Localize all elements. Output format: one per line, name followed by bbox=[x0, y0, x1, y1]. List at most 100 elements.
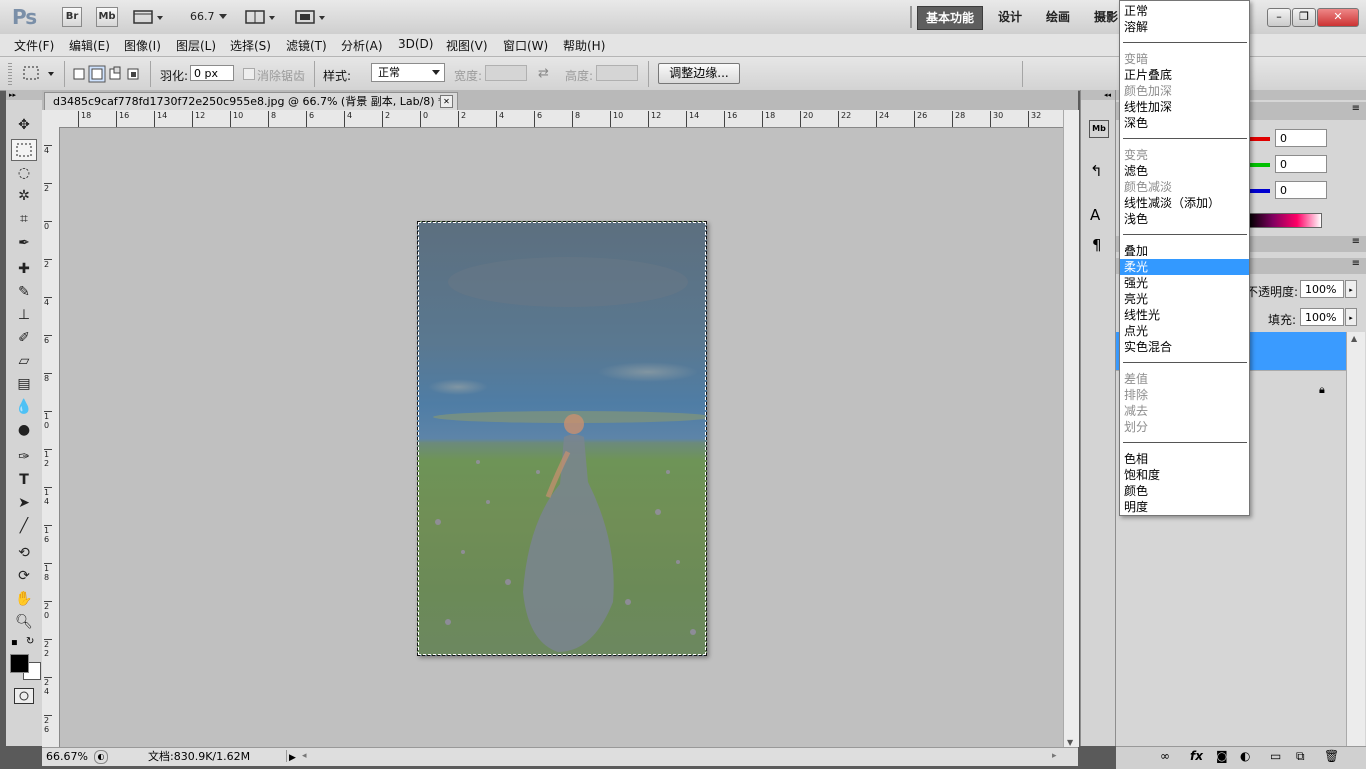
scroll-down-icon[interactable]: ▼ bbox=[1067, 738, 1073, 747]
link-layers-icon[interactable]: ∞ bbox=[1160, 749, 1170, 763]
healing-brush-tool-icon[interactable]: ✚ bbox=[11, 258, 37, 280]
new-layer-icon[interactable]: ⧉ bbox=[1296, 749, 1305, 764]
blend-mode-option[interactable]: 正常 bbox=[1120, 3, 1249, 19]
bridge-button[interactable]: Br bbox=[62, 7, 82, 27]
new-selection-icon[interactable] bbox=[73, 68, 85, 80]
blend-mode-option[interactable]: 正片叠底 bbox=[1120, 67, 1249, 83]
workspace-painting[interactable]: 绘画 bbox=[1038, 6, 1078, 28]
blend-mode-option[interactable]: 亮光 bbox=[1120, 291, 1249, 307]
rectangular-marquee-tool-icon[interactable] bbox=[11, 139, 37, 161]
swap-icon[interactable]: ⇄ bbox=[538, 66, 549, 81]
scroll-up-icon[interactable]: ▲ bbox=[1351, 334, 1357, 343]
blend-mode-option[interactable]: 饱和度 bbox=[1120, 467, 1249, 483]
blur-tool-icon[interactable]: 💧 bbox=[11, 396, 37, 418]
blend-mode-option[interactable]: 颜色减淡 bbox=[1120, 179, 1249, 195]
blend-mode-option[interactable]: 溶解 bbox=[1120, 19, 1249, 35]
status-menu-arrow-icon[interactable]: ▶ bbox=[286, 750, 299, 763]
hand-tool-icon[interactable]: ✋ bbox=[11, 588, 37, 610]
menu-select[interactable]: 选择(S) bbox=[230, 37, 271, 54]
blue-slider[interactable] bbox=[1248, 189, 1270, 193]
default-colors-icon[interactable]: ◾ bbox=[11, 638, 18, 648]
blend-mode-option[interactable]: 线性光 bbox=[1120, 307, 1249, 323]
blend-mode-option[interactable]: 线性加深 bbox=[1120, 99, 1249, 115]
blend-mode-option[interactable]: 变暗 bbox=[1120, 51, 1249, 67]
zoom-level[interactable]: 66.7 bbox=[190, 10, 215, 23]
close-tab-icon[interactable]: ✕ bbox=[440, 95, 453, 108]
blend-mode-option[interactable]: 叠加 bbox=[1120, 243, 1249, 259]
blend-mode-option[interactable]: 柔光 bbox=[1120, 259, 1249, 275]
quick-mask-icon[interactable] bbox=[14, 688, 34, 704]
status-options-icon[interactable]: ◐ bbox=[94, 750, 108, 764]
line-tool-icon[interactable]: ╱ bbox=[11, 515, 37, 537]
subtract-selection-icon[interactable] bbox=[109, 66, 121, 80]
paragraph-panel-icon[interactable]: ¶ bbox=[1092, 236, 1102, 254]
minimize-button[interactable]: – bbox=[1267, 8, 1291, 27]
3d-rotate-tool-icon[interactable]: ⟲ bbox=[11, 542, 37, 564]
panel-menu-icon[interactable]: ≡ bbox=[1352, 258, 1360, 269]
eyedropper-tool-icon[interactable]: ✒ bbox=[11, 232, 37, 254]
scroll-right-icon[interactable]: ▸ bbox=[1052, 748, 1057, 765]
menu-file[interactable]: 文件(F) bbox=[14, 37, 54, 54]
tool-preset-picker[interactable] bbox=[20, 63, 60, 83]
status-zoom[interactable]: 66.67% bbox=[46, 748, 88, 765]
swap-colors-icon[interactable]: ↻ bbox=[26, 636, 34, 647]
red-slider[interactable] bbox=[1248, 137, 1270, 141]
green-value-input[interactable]: 0 bbox=[1275, 155, 1327, 173]
view-extras-button[interactable] bbox=[132, 8, 164, 26]
screen-mode-button[interactable] bbox=[294, 8, 330, 26]
arrange-documents-button[interactable] bbox=[244, 8, 280, 26]
brush-tool-icon[interactable]: ✎ bbox=[11, 281, 37, 303]
opacity-arrow-icon[interactable]: ▸ bbox=[1345, 280, 1357, 298]
panel-menu-icon[interactable]: ≡ bbox=[1352, 103, 1360, 114]
blend-mode-option[interactable]: 线性减淡（添加） bbox=[1120, 195, 1249, 211]
gradient-tool-icon[interactable]: ▤ bbox=[11, 373, 37, 395]
move-tool-icon[interactable]: ✥ bbox=[11, 114, 37, 136]
chevron-down-icon[interactable] bbox=[218, 10, 228, 24]
blend-mode-option[interactable]: 色相 bbox=[1120, 451, 1249, 467]
history-brush-tool-icon[interactable]: ✐ bbox=[11, 327, 37, 349]
eraser-tool-icon[interactable]: ▱ bbox=[11, 350, 37, 372]
pen-tool-icon[interactable]: ✑ bbox=[11, 446, 37, 468]
fill-arrow-icon[interactable]: ▸ bbox=[1345, 308, 1357, 326]
blue-value-input[interactable]: 0 bbox=[1275, 181, 1327, 199]
color-spectrum-bar[interactable] bbox=[1248, 213, 1322, 228]
opacity-input[interactable]: 100% bbox=[1300, 280, 1344, 298]
workspace-design[interactable]: 设计 bbox=[990, 6, 1030, 28]
add-selection-icon[interactable] bbox=[88, 65, 106, 83]
blend-mode-option[interactable]: 排除 bbox=[1120, 387, 1249, 403]
vertical-scrollbar[interactable]: ▼ bbox=[1063, 110, 1079, 747]
restore-button[interactable]: ❐ bbox=[1292, 8, 1316, 27]
menu-window[interactable]: 窗口(W) bbox=[503, 37, 548, 54]
blend-mode-option[interactable]: 差值 bbox=[1120, 371, 1249, 387]
path-selection-tool-icon[interactable]: ➤ bbox=[11, 492, 37, 514]
blend-mode-option[interactable]: 划分 bbox=[1120, 419, 1249, 435]
blend-mode-option[interactable]: 点光 bbox=[1120, 323, 1249, 339]
layer-style-icon[interactable]: fx bbox=[1190, 749, 1203, 763]
fill-input[interactable]: 100% bbox=[1300, 308, 1344, 326]
blend-mode-option[interactable]: 颜色 bbox=[1120, 483, 1249, 499]
foreground-color-swatch[interactable] bbox=[10, 654, 29, 673]
magic-wand-tool-icon[interactable]: ✲ bbox=[11, 185, 37, 207]
layers-scrollbar[interactable]: ▲ bbox=[1346, 332, 1365, 746]
document-image[interactable] bbox=[417, 221, 707, 656]
adjustment-layer-icon[interactable]: ◐ bbox=[1240, 749, 1250, 763]
history-panel-icon[interactable]: ↰ bbox=[1090, 162, 1103, 180]
mini-bridge-panel-icon[interactable]: Mb bbox=[1089, 120, 1109, 138]
clone-stamp-tool-icon[interactable]: ⊥ bbox=[11, 304, 37, 326]
document-tab[interactable]: d3485c9caf778fd1730f72e250c955e8.jpg @ 6… bbox=[44, 92, 458, 111]
blend-mode-option[interactable]: 减去 bbox=[1120, 403, 1249, 419]
scroll-left-icon[interactable]: ◂ bbox=[302, 748, 307, 765]
width-input[interactable] bbox=[485, 65, 527, 81]
add-mask-icon[interactable]: ◙ bbox=[1216, 749, 1228, 763]
3d-orbit-tool-icon[interactable]: ⟳ bbox=[11, 565, 37, 587]
menu-3d[interactable]: 3D(D) bbox=[398, 37, 433, 51]
mini-bridge-button[interactable]: Mb bbox=[96, 7, 118, 27]
close-window-button[interactable]: ✕ bbox=[1317, 8, 1359, 27]
new-group-icon[interactable]: ▭ bbox=[1270, 749, 1281, 763]
green-slider[interactable] bbox=[1248, 163, 1270, 167]
menu-layer[interactable]: 图层(L) bbox=[176, 37, 216, 54]
height-input[interactable] bbox=[596, 65, 638, 81]
lasso-tool-icon[interactable]: ◌ bbox=[11, 162, 37, 184]
collapse-arrows-icon[interactable]: ▸▸ bbox=[6, 90, 42, 100]
blend-mode-option[interactable]: 滤色 bbox=[1120, 163, 1249, 179]
